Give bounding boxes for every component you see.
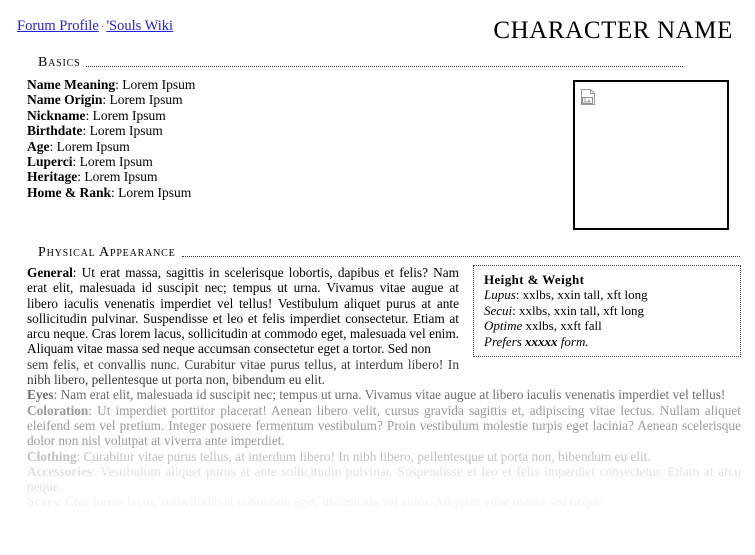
basics-row-label: Heritage xyxy=(27,169,78,185)
text-clothing: : Curabitur vitae purus tellus, at inter… xyxy=(76,448,651,464)
breadcrumb: Forum Profile · 'Souls Wiki xyxy=(17,17,173,36)
text-eyes: : Nam erat elit, malesuada id suscipit n… xyxy=(53,387,726,403)
basics-row-value: Lorem Ipsum xyxy=(84,169,158,185)
text-accessories: : Vestibulum aliquet purus at ante solli… xyxy=(27,463,741,495)
broken-image-icon xyxy=(580,88,597,106)
optime-label: Optime xyxy=(484,318,523,334)
basics-row: Nickname: Lorem Ipsum xyxy=(27,107,166,123)
character-profile-page: Forum Profile · 'Souls Wiki CHARACTER NAME… xyxy=(0,0,755,555)
basics-row-value: Lorem Ipsum xyxy=(79,154,153,170)
paragraph-eyes: Eyes: Nam erat elit, malesuada id suscip… xyxy=(27,387,741,402)
character-portrait-box xyxy=(573,80,729,230)
label-coloration: Coloration xyxy=(27,402,89,418)
text-scars: : Cras lorem lacus, sollicitudin at comm… xyxy=(58,494,602,510)
secui-label: Secui xyxy=(484,302,513,318)
breadcrumb-link-souls-wiki[interactable]: 'Souls Wiki xyxy=(106,18,173,34)
label-scars: Scars xyxy=(27,494,59,510)
basics-row-label: Home & Rank xyxy=(27,184,111,200)
physical-appearance-body: Height & Weight Lupus: xxlbs, xxin tall,… xyxy=(27,265,741,510)
basics-row-value: Lorem Ipsum xyxy=(56,138,130,154)
height-weight-optime: Optime xxlbs, xxft fall xyxy=(484,318,732,333)
basics-row: Name Meaning: Lorem Ipsum xyxy=(27,77,196,92)
section-rule xyxy=(181,256,740,257)
height-weight-lupus: Lupus: xxlbs, xxin tall, xft long xyxy=(484,287,732,302)
lupus-label: Lupus xyxy=(484,287,516,303)
basics-row-label: Luperci xyxy=(27,154,73,170)
height-weight-prefers: Prefers xxxxx form. xyxy=(484,334,732,349)
basics-row: Luperci: Lorem Ipsum xyxy=(27,154,153,170)
paragraph-accessories: Accessories: Vestibulum aliquet purus at… xyxy=(27,464,741,495)
label-clothing: Clothing xyxy=(27,448,77,464)
text-general-continued: sem felis, et convallis nunc. Curabitur … xyxy=(27,356,459,388)
basics-row-value: Lorem Ipsum xyxy=(89,123,163,139)
height-weight-title: Height & Weight xyxy=(484,272,585,287)
label-general: General xyxy=(27,265,73,280)
section-header-physical-appearance: Physical Appearance xyxy=(38,245,740,261)
height-weight-secui: Secui: xxlbs, xxin tall, xft long xyxy=(484,303,732,318)
lupus-value: : xxlbs, xxin tall, xft long xyxy=(515,287,648,303)
page-header: Forum Profile · 'Souls Wiki CHARACTER NAME xyxy=(0,0,755,52)
optime-value: xxlbs, xxft fall xyxy=(522,318,602,334)
breadcrumb-link-forum-profile[interactable]: Forum Profile xyxy=(17,18,99,34)
paragraph-general-continued: sem felis, et convallis nunc. Curabitur … xyxy=(27,357,741,388)
section-title-physical-appearance: Physical Appearance xyxy=(38,245,176,260)
basics-row-label: Birthdate xyxy=(27,123,83,139)
basics-row-value: Lorem Ipsum xyxy=(92,107,166,123)
basics-list: Name Meaning: Lorem Ipsum Name Origin: Lo… xyxy=(27,77,447,200)
prefers-value: xxxxx xyxy=(525,333,558,349)
label-eyes: Eyes xyxy=(27,387,54,403)
basics-row: Age: Lorem Ipsum xyxy=(27,138,130,154)
basics-row: Birthdate: Lorem Ipsum xyxy=(27,123,163,139)
page-title: CHARACTER NAME xyxy=(493,17,733,44)
basics-row-label: Nickname xyxy=(27,107,86,123)
basics-row-value: Lorem Ipsum xyxy=(109,92,183,108)
paragraph-clothing: Clothing: Curabitur vitae purus tellus, … xyxy=(27,449,741,464)
basics-row: Home & Rank: Lorem Ipsum xyxy=(27,184,192,200)
basics-row-label: Name Meaning xyxy=(27,77,116,92)
paragraph-coloration: Coloration: Ut imperdiet porttitor place… xyxy=(27,403,741,449)
label-accessories: Accessories xyxy=(27,463,92,479)
prefers-suffix: form. xyxy=(557,333,589,349)
basics-row-label: Name Origin xyxy=(27,92,103,108)
paragraph-scars: Scars: Cras lorem lacus, sollicitudin at… xyxy=(27,494,741,509)
basics-row: Heritage: Lorem Ipsum xyxy=(27,169,158,185)
basics-row: Name Origin: Lorem Ipsum xyxy=(27,92,183,108)
prefers-label: Prefers xyxy=(484,333,526,349)
basics-row-value: Lorem Ipsum xyxy=(118,184,192,200)
text-coloration: : Ut imperdiet porttitor placerat! Aenea… xyxy=(27,402,741,449)
section-header-basics: Basics xyxy=(38,55,683,71)
basics-row-value: Lorem Ipsum xyxy=(122,77,196,92)
basics-row-label: Age xyxy=(27,138,50,154)
section-rule xyxy=(86,66,683,67)
text-general: : Ut erat massa, sagittis in scelerisque… xyxy=(27,265,459,357)
height-weight-box: Height & Weight Lupus: xxlbs, xxin tall,… xyxy=(473,265,741,358)
section-title-basics: Basics xyxy=(38,55,81,70)
secui-value: : xxlbs, xxin tall, xft long xyxy=(512,302,644,318)
